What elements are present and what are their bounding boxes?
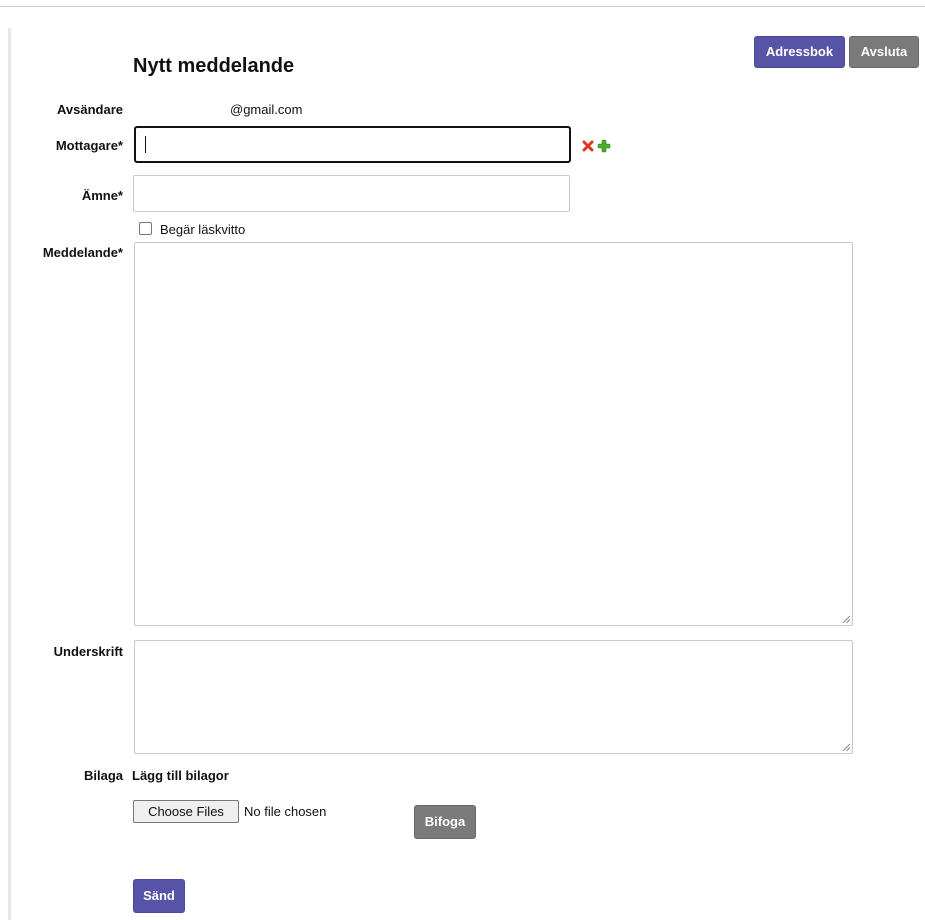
subject-input[interactable] — [133, 175, 570, 212]
resize-handle-icon[interactable] — [842, 615, 850, 623]
resize-handle-icon[interactable] — [842, 743, 850, 751]
text-caret — [145, 136, 146, 153]
quit-button[interactable]: Avsluta — [849, 36, 919, 68]
left-divider — [8, 28, 11, 920]
message-label: Meddelande* — [42, 245, 123, 260]
page-title: Nytt meddelande — [133, 55, 295, 77]
address-book-button[interactable]: Adressbok — [754, 36, 845, 68]
read-receipt-label[interactable]: Begär läskvitto — [160, 222, 245, 237]
signature-label: Underskrift — [53, 644, 123, 659]
top-divider — [0, 6, 925, 7]
recipient-label: Mottagare* — [55, 138, 123, 153]
plus-icon[interactable] — [597, 139, 611, 153]
subject-label: Ämne* — [81, 188, 123, 203]
sender-value: @gmail.com — [230, 102, 303, 117]
read-receipt-checkbox[interactable] — [139, 222, 152, 235]
file-status-text: No file chosen — [244, 804, 327, 819]
recipient-input[interactable] — [134, 126, 571, 163]
message-textarea[interactable] — [134, 242, 853, 626]
send-button[interactable]: Sänd — [133, 879, 185, 913]
attachment-heading: Lägg till bilagor — [132, 768, 229, 783]
compose-page: Nytt meddelande Adressbok Avsluta Avsänd… — [0, 0, 925, 920]
sender-label: Avsändare — [57, 102, 123, 117]
signature-textarea[interactable] — [134, 640, 853, 754]
attach-button[interactable]: Bifoga — [414, 805, 476, 839]
choose-files-button[interactable]: Choose Files — [133, 800, 239, 823]
attachment-label: Bilaga — [83, 768, 123, 783]
close-icon[interactable] — [582, 140, 594, 152]
